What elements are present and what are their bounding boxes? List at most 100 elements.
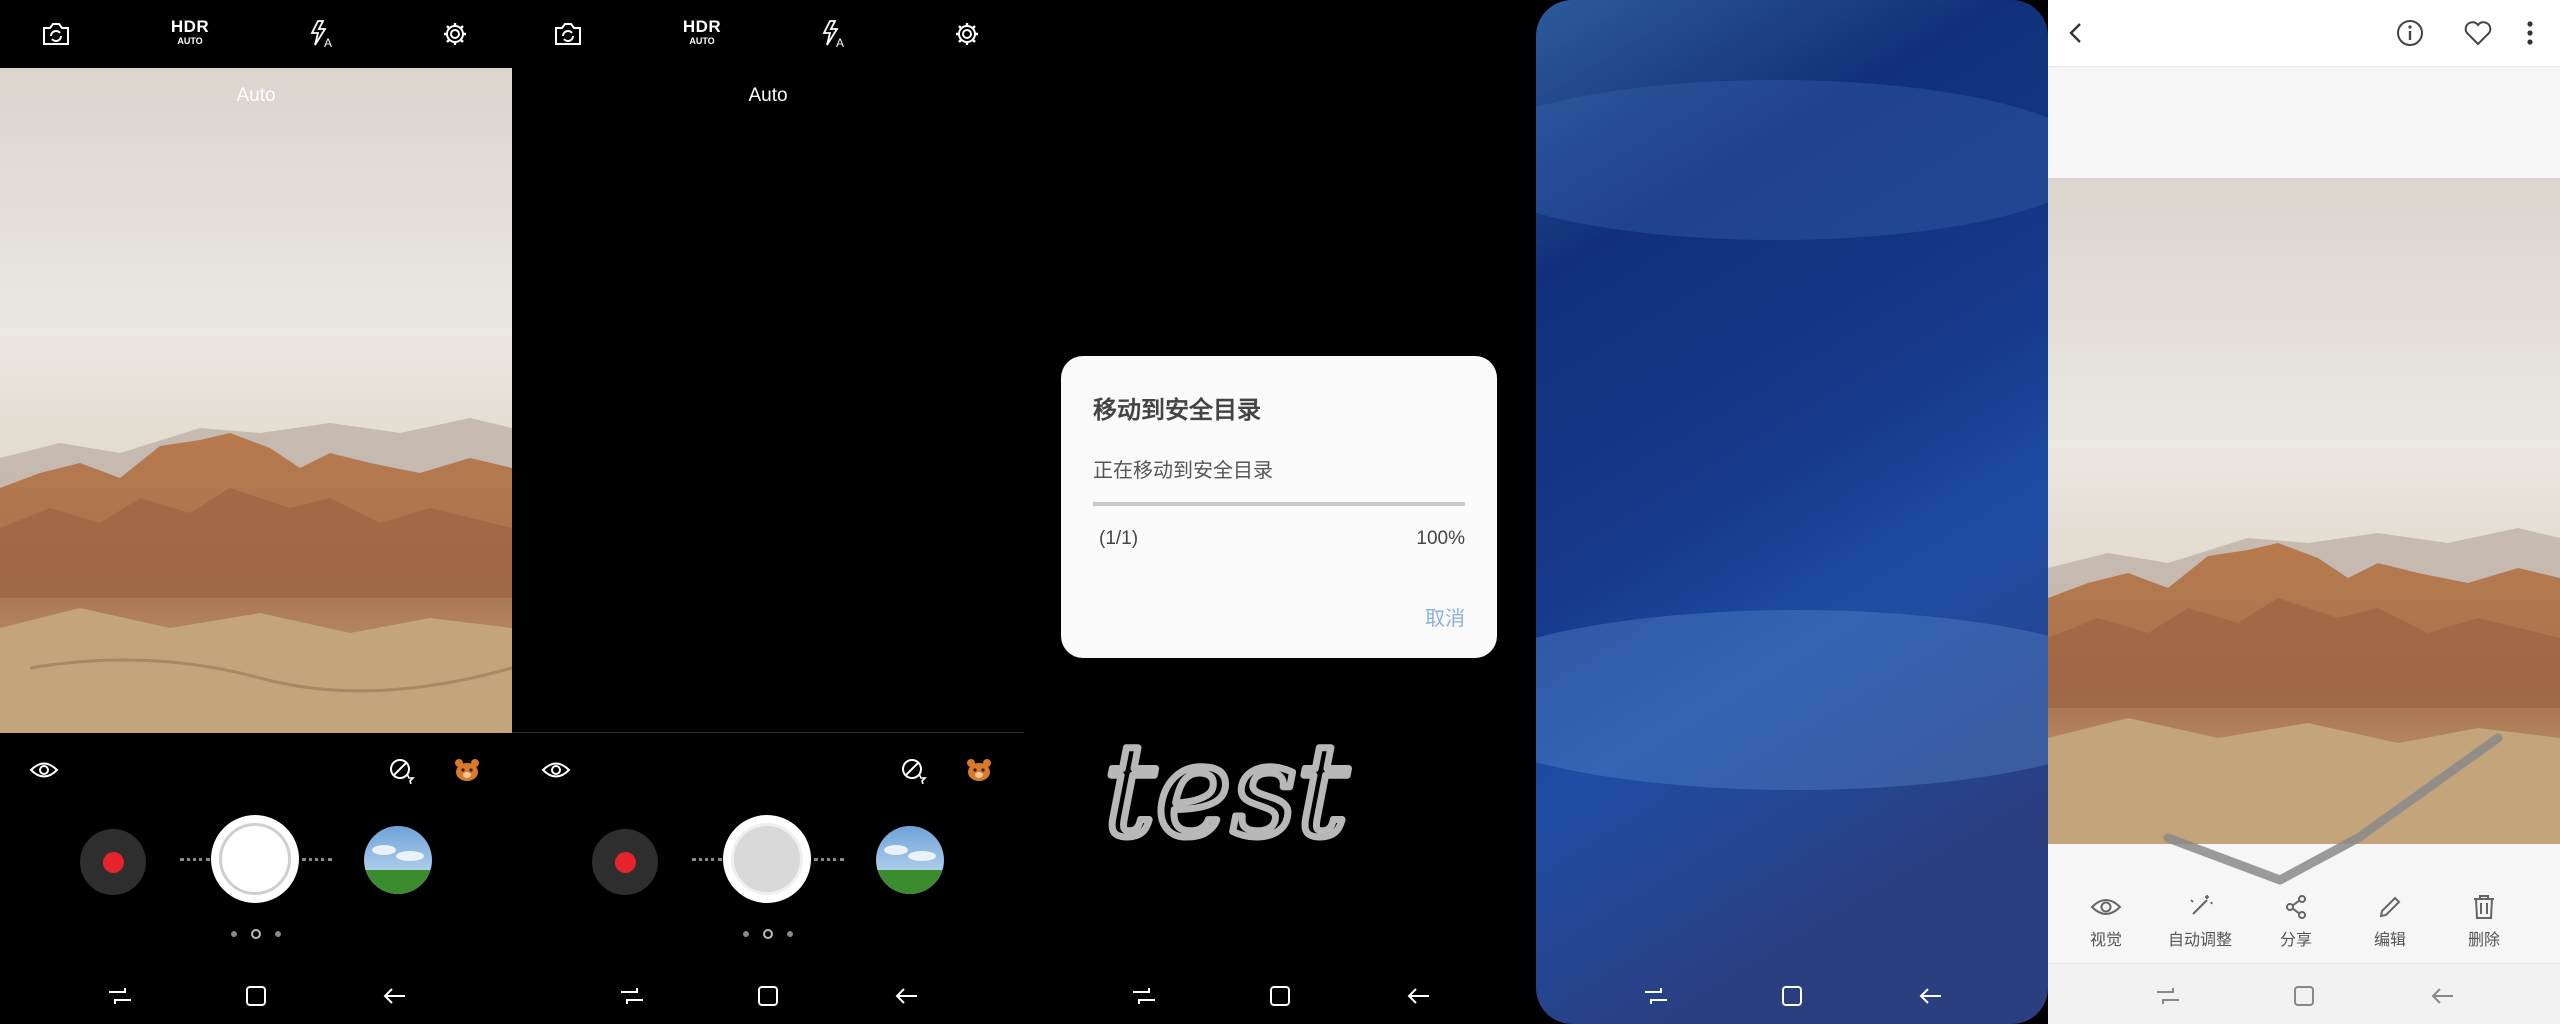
dialog-title: 移动到安全目录 [1093, 396, 1261, 424]
wallpaper-screen [1536, 0, 2048, 1024]
eye-icon [2058, 890, 2154, 924]
recent-apps-icon[interactable] [614, 978, 650, 1014]
shutter-inner [219, 823, 291, 895]
back-arrow-icon[interactable] [1912, 978, 1948, 1014]
navigation-bar [1024, 964, 1536, 1024]
gallery-top-bar [2048, 0, 2560, 67]
camera-viewfinder[interactable] [512, 68, 1024, 733]
flash-auto-icon[interactable]: A [304, 16, 340, 52]
shutter-divider-right [302, 858, 332, 863]
hdr-auto-button[interactable]: HDR AUTO [682, 18, 722, 46]
gallery-viewer-screen: 视觉 自动调整 分享 编辑 删除 [2048, 0, 2560, 1024]
auto-adjust-label: 自动调整 [2167, 930, 2232, 949]
shutter-inner [731, 823, 803, 895]
gallery-thumbnail[interactable] [876, 826, 944, 894]
progress-bar-fill [1093, 502, 1465, 506]
camera-top-bar: HDR AUTO A [512, 0, 1024, 68]
record-video-button[interactable] [80, 829, 146, 895]
navigation-bar [512, 964, 1024, 1024]
ar-sticker-bear-icon[interactable] [962, 753, 996, 787]
progress-percent: 100% [1416, 528, 1465, 549]
record-video-button[interactable] [592, 829, 658, 895]
magic-wand-icon [2152, 890, 2248, 924]
handwriting-annotation: test [1104, 714, 1352, 870]
pager-dot [231, 931, 237, 937]
record-dot [614, 851, 636, 873]
flash-auto-icon[interactable]: A [816, 16, 852, 52]
camera-screen-dark: HDR AUTO A Auto [512, 0, 1024, 1024]
handwriting-text: test [1104, 717, 1349, 866]
bixby-vision-eye-icon[interactable] [539, 753, 573, 787]
navigation-bar [0, 964, 512, 1024]
switch-camera-icon[interactable] [38, 16, 74, 52]
shutter-divider-left [180, 858, 210, 863]
back-arrow-icon[interactable] [2424, 978, 2460, 1014]
shutter-button[interactable] [211, 815, 299, 903]
pencil-icon [2342, 890, 2438, 924]
edit-button[interactable]: 编辑 [2342, 890, 2438, 950]
back-arrow-icon[interactable] [376, 978, 412, 1014]
favorite-heart-icon[interactable] [2460, 15, 2496, 51]
delete-label: 删除 [2467, 930, 2500, 949]
pager-dot [275, 931, 281, 937]
filter-effects-icon[interactable] [384, 753, 418, 787]
hdr-auto-button[interactable]: HDR AUTO [170, 18, 210, 46]
secure-folder-move-screen: 移动到安全目录 正在移动到安全目录 (1/1) 100% 取消 test [1024, 0, 1536, 1024]
mode-pager [0, 929, 512, 939]
bixby-vision-eye-icon[interactable] [27, 753, 61, 787]
gallery-thumbnail[interactable] [364, 826, 432, 894]
view-action-button[interactable]: 视觉 [2058, 890, 2154, 950]
shutter-divider-left [692, 858, 722, 863]
mode-pager [512, 929, 1024, 939]
shutter-divider-right [814, 858, 844, 863]
camera-screen: HDR AUTO A Auto [0, 0, 512, 1024]
camera-viewfinder[interactable] [0, 68, 512, 733]
shooting-mode-label: Auto [236, 85, 276, 106]
ar-sticker-bear-icon[interactable] [450, 753, 484, 787]
share-button[interactable]: 分享 [2248, 890, 2344, 950]
view-action-label: 视觉 [2089, 930, 2122, 949]
home-icon[interactable] [2286, 978, 2322, 1014]
recent-apps-icon[interactable] [102, 978, 138, 1014]
progress-count: (1/1) [1099, 528, 1139, 549]
svg-text:A: A [836, 36, 844, 49]
cancel-button[interactable]: 取消 [1425, 602, 1465, 631]
pager-dot-active [763, 929, 773, 939]
recent-apps-icon[interactable] [1638, 978, 1674, 1014]
dialog-message: 正在移动到安全目录 [1093, 458, 1273, 482]
recent-apps-icon[interactable] [2150, 978, 2186, 1014]
filter-effects-icon[interactable] [896, 753, 930, 787]
back-arrow-icon[interactable] [1400, 978, 1436, 1014]
navigation-bar [2048, 963, 2560, 1024]
navigation-bar [1536, 964, 2048, 1024]
more-options-icon[interactable] [2512, 15, 2548, 51]
recent-apps-icon[interactable] [1126, 978, 1162, 1014]
auto-adjust-button[interactable]: 自动调整 [2152, 890, 2248, 950]
settings-gear-icon[interactable] [949, 16, 985, 52]
camera-top-bar: HDR AUTO A [0, 0, 512, 68]
shutter-button[interactable] [723, 815, 811, 903]
trash-icon [2436, 890, 2532, 924]
delete-button[interactable]: 删除 [2436, 890, 2532, 950]
pager-dot [787, 931, 793, 937]
progress-bar [1093, 502, 1465, 506]
back-arrow-icon[interactable] [888, 978, 924, 1014]
edit-label: 编辑 [2373, 930, 2406, 949]
pager-dot [743, 931, 749, 937]
record-dot [102, 851, 124, 873]
back-chevron-icon[interactable] [2058, 15, 2094, 51]
blue-wallpaper [1536, 0, 2048, 1024]
home-icon[interactable] [238, 978, 274, 1014]
info-icon[interactable] [2392, 15, 2428, 51]
move-to-secure-folder-dialog: 移动到安全目录 正在移动到安全目录 (1/1) 100% 取消 [1061, 356, 1497, 658]
gallery-action-bar: 视觉 自动调整 分享 编辑 删除 [2048, 876, 2560, 956]
home-icon[interactable] [1774, 978, 1810, 1014]
svg-text:A: A [324, 36, 332, 49]
switch-camera-icon[interactable] [550, 16, 586, 52]
home-icon[interactable] [1262, 978, 1298, 1014]
share-label: 分享 [2279, 930, 2312, 949]
home-icon[interactable] [750, 978, 786, 1014]
share-icon [2248, 890, 2344, 924]
pager-dot-active [251, 929, 261, 939]
settings-gear-icon[interactable] [437, 16, 473, 52]
